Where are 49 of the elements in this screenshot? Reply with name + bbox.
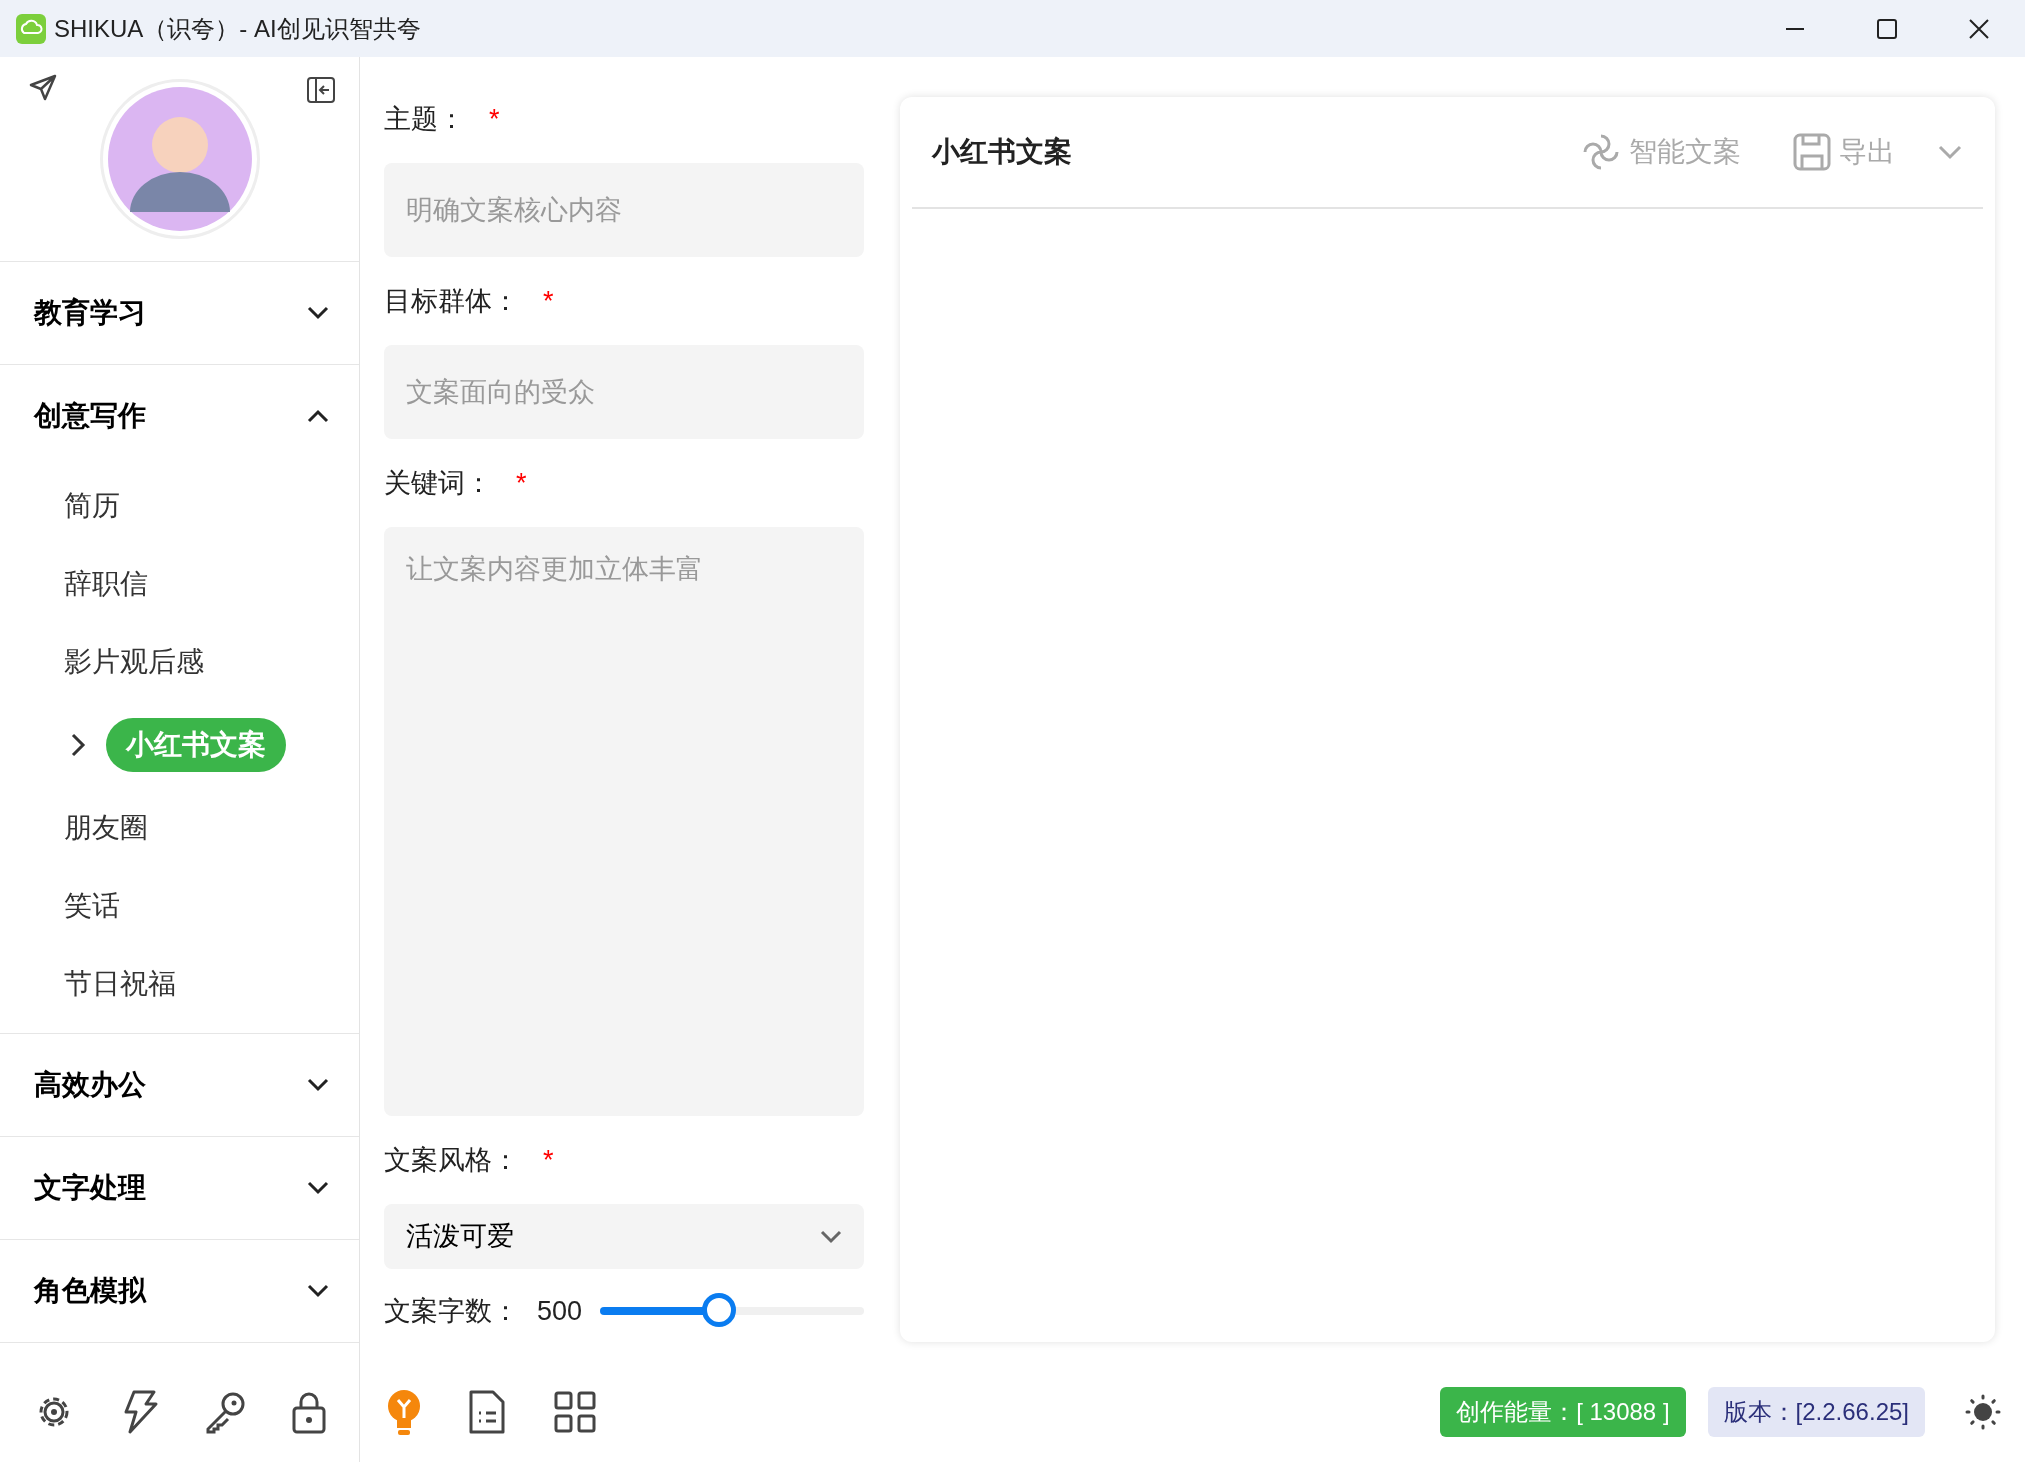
grid-icon[interactable]	[554, 1391, 596, 1433]
chevron-right-icon	[70, 732, 86, 758]
category-header[interactable]: 教育学习	[0, 262, 359, 364]
energy-badge: 创作能量：[ 13088 ]	[1440, 1387, 1686, 1437]
user-silhouette-icon	[107, 87, 252, 231]
text-field[interactable]: 文案面向的受众	[384, 345, 864, 439]
field-label: 文案风格：	[384, 1143, 519, 1177]
category-header[interactable]: 角色模拟	[0, 1240, 359, 1342]
word-count-label: 文案字数：	[384, 1295, 519, 1328]
required-mark: *	[543, 1143, 554, 1177]
sidebar-item[interactable]: 节日祝福	[64, 963, 176, 1005]
text-area[interactable]: 让文案内容更加立体丰富	[384, 527, 864, 1116]
app-logo-icon	[16, 13, 46, 44]
sidebar-item[interactable]: 辞职信	[64, 563, 148, 605]
send-icon[interactable]	[28, 73, 58, 103]
category-header[interactable]: 文字处理	[0, 1137, 359, 1239]
chevron-up-icon	[307, 409, 329, 423]
required-mark: *	[489, 102, 500, 136]
document-list-icon[interactable]	[468, 1389, 506, 1435]
text-field[interactable]: 明确文案核心内容	[384, 163, 864, 257]
style-dropdown[interactable]: 活泼可爱	[384, 1204, 864, 1269]
window-title: SHIKUA（识夸）- AI创见识智共夸	[54, 13, 421, 44]
sun-icon[interactable]	[1965, 1394, 2001, 1430]
close-icon	[1969, 18, 1989, 39]
panel-title: 小红书文案	[932, 135, 1072, 169]
word-count-value: 500	[537, 1295, 583, 1328]
chevron-down-icon	[307, 1284, 329, 1298]
chevron-down-icon	[307, 1181, 329, 1195]
chevron-down-icon	[307, 306, 329, 320]
slider-thumb[interactable]	[701, 1293, 736, 1328]
sidebar-item[interactable]: 简历	[64, 485, 120, 527]
maximize-icon	[1877, 18, 1897, 39]
field-label: 关键词：	[384, 466, 492, 500]
ai-swirl-icon	[1581, 132, 1621, 172]
version-badge: 版本：[2.2.66.25]	[1707, 1387, 1925, 1437]
category-header[interactable]: 高效办公	[0, 1034, 359, 1136]
sidebar-item[interactable]: 影片观后感	[64, 641, 204, 683]
required-mark: *	[516, 466, 527, 500]
minimize-icon	[1785, 27, 1805, 30]
chevron-down-icon	[820, 1229, 842, 1244]
sidebar-item[interactable]: 笑话	[64, 885, 120, 927]
chevron-down-icon	[307, 1078, 329, 1092]
category-header[interactable]: 创意写作	[0, 365, 359, 467]
collapse-sidebar-icon[interactable]	[307, 77, 335, 103]
field-label: 目标群体：	[384, 284, 519, 318]
required-mark: *	[543, 284, 554, 318]
lock-icon[interactable]	[291, 1390, 328, 1434]
sidebar-item[interactable]: 朋友圈	[64, 807, 148, 849]
field-label: 主题：	[384, 102, 465, 136]
